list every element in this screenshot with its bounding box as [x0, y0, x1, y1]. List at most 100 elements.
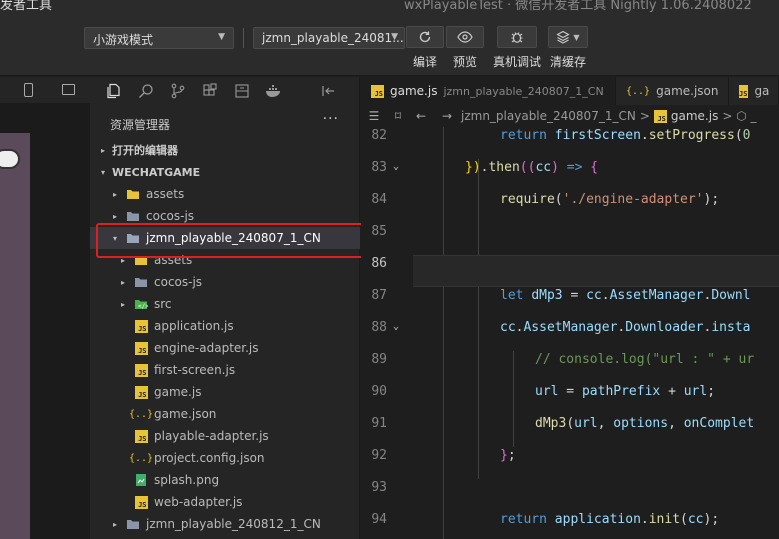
code-line[interactable]: 90 url = pathPrefix + url;	[361, 383, 779, 415]
code-line[interactable]: 91 dMp3(url, options, onComplet	[361, 415, 779, 447]
storage-icon[interactable]	[226, 78, 258, 104]
code-text: let dMp3 = cc.AssetManager.Downl	[500, 288, 750, 303]
code-token: require	[500, 192, 555, 207]
code-token: dMp3	[535, 416, 567, 431]
code-line[interactable]: 93	[361, 479, 779, 511]
tree-file[interactable]: splash.png	[90, 469, 360, 491]
tree-item-label: engine-adapter.js	[154, 341, 259, 355]
code-line[interactable]: 83 ⌄}).then((cc) => {	[361, 159, 779, 191]
tree-file[interactable]: JS engine-adapter.js	[90, 337, 360, 359]
simulator-toggle-icon[interactable]	[0, 149, 20, 169]
tree-file[interactable]: JS playable-adapter.js	[90, 425, 360, 447]
code-line[interactable]: 86	[361, 255, 779, 287]
explorer-panel: 资源管理器 ··· ▸ 打开的编辑器 ▾ WECHATGAME ▸ assets ▸…	[90, 77, 360, 539]
source-control-icon[interactable]	[162, 78, 194, 104]
extensions-icon[interactable]	[194, 78, 226, 104]
tab-game-js[interactable]: JS game.js jzmn_playable_240807_1_CN	[361, 77, 616, 105]
js-file-icon: JS	[653, 109, 667, 123]
open-editors-section[interactable]: ▸ 打开的编辑器	[90, 139, 360, 161]
forward-arrow-icon[interactable]: →	[433, 109, 461, 123]
tree-folder[interactable]: ▸ cocos-js	[90, 271, 360, 293]
tab-path: jzmn_playable_240807_1_CN	[443, 84, 604, 98]
code-line[interactable]: 94 return application.init(cc);	[361, 511, 779, 539]
code-line[interactable]: 92};	[361, 447, 779, 479]
code-token: (	[734, 128, 743, 143]
docker-icon[interactable]	[258, 78, 290, 104]
code-text: return application.init(cc);	[500, 512, 719, 527]
code-token: .	[601, 288, 610, 303]
workspace-root-section[interactable]: ▾ WECHATGAME	[90, 161, 360, 183]
tree-folder[interactable]: ▸ assets	[90, 183, 360, 205]
files-icon[interactable]	[98, 78, 130, 104]
js-file-icon: JS	[739, 84, 749, 98]
tree-file[interactable]: JS game.js	[90, 381, 360, 403]
tree-folder[interactable]: ▸ cocos-js	[90, 205, 360, 227]
fold-chevron-icon[interactable]: ⌄	[393, 321, 399, 332]
fold-chevron-icon[interactable]: ⌄	[393, 161, 399, 172]
folder-icon	[126, 209, 140, 223]
code-token: options	[613, 416, 669, 431]
tree-item-label: game.json	[154, 407, 217, 421]
code-token: ;	[507, 448, 516, 463]
code-text: require('./engine-adapter');	[500, 192, 719, 207]
mode-select[interactable]: 小游戏模式 ▼	[84, 27, 234, 49]
code-token: );	[703, 192, 720, 207]
code-line[interactable]: 87 let dMp3 = cc.AssetManager.Downl	[361, 287, 779, 319]
more-icon[interactable]: ···	[323, 111, 339, 127]
simulator-panel	[0, 103, 90, 539]
tree-file[interactable]: JS application.js	[90, 315, 360, 337]
preview-button[interactable]	[446, 26, 484, 48]
tree-folder[interactable]: ▾ jzmn_playable_240807_1_CN	[90, 227, 360, 249]
breadcrumb-file[interactable]: game.js	[671, 109, 718, 123]
line-number: 83	[371, 160, 387, 175]
tree-folder[interactable]: ▸ jzmn_playable_240812_1_CN	[90, 513, 360, 535]
code-line[interactable]: 88 ⌄ cc.AssetManager.Downloader.insta	[361, 319, 779, 351]
code-line[interactable]: 82 return firstScreen.setProgress(0	[361, 127, 779, 159]
file-tree: ▸ 打开的编辑器 ▾ WECHATGAME ▸ assets ▸ cocos-js ▾ j…	[90, 139, 360, 535]
chevron-down-icon: ▾	[100, 167, 105, 177]
breadcrumb-folder[interactable]: jzmn_playable_240807_1_CN	[461, 109, 636, 123]
collapse-panel-icon[interactable]	[312, 78, 344, 104]
code-token: setProgress	[648, 128, 735, 143]
remote-debug-button[interactable]	[497, 26, 537, 48]
breadcrumb-symbol[interactable]: > ⬡ _	[722, 109, 756, 123]
code-token: AssetManager	[609, 288, 704, 303]
tab-game-json[interactable]: {..} game.json	[616, 77, 729, 105]
tree-folder[interactable]: ▸ assets	[90, 249, 360, 271]
code-token: ,	[668, 416, 684, 431]
code-line[interactable]: 89 // console.log("url : " + ur	[361, 351, 779, 383]
split-editor-icon[interactable]: ☰	[361, 109, 387, 123]
code-line[interactable]: 84 require('./engine-adapter');	[361, 191, 779, 223]
code-token: ((	[519, 160, 536, 175]
phone-icon[interactable]	[24, 83, 33, 97]
search-icon[interactable]	[130, 78, 162, 104]
project-select[interactable]: jzmn_playable_24081... ▼	[253, 27, 405, 49]
top-toolbar: 发者工具 wxPlayableTest · 微信开发者工具 Nightly 1.…	[0, 0, 779, 76]
tree-file[interactable]: {..} game.json	[90, 403, 360, 425]
clear-cache-button[interactable]: ▼	[548, 26, 588, 48]
line-number: 94	[371, 512, 387, 527]
code-lines[interactable]: 82 return firstScreen.setProgress(0 83 ⌄}).…	[361, 127, 779, 539]
code-line[interactable]: 85	[361, 223, 779, 255]
code-token: ,	[597, 416, 614, 431]
chevron-right-icon: ▸	[112, 211, 117, 221]
mode-select-value: 小游戏模式	[93, 33, 154, 47]
code-token: Downl	[711, 288, 751, 303]
tree-file[interactable]: JS web-adapter.js	[90, 491, 360, 513]
tree-item-label: src	[154, 297, 172, 311]
window-icon[interactable]	[62, 84, 75, 95]
bookmark-icon[interactable]: ⌑	[387, 109, 409, 123]
clear-cache-label: 清缓存	[549, 55, 586, 69]
compile-label: 编译	[412, 55, 437, 69]
simulator-screen[interactable]	[0, 133, 30, 539]
tree-file[interactable]: {..} project.config.json	[90, 447, 360, 469]
tree-file[interactable]: JS first-screen.js	[90, 359, 360, 381]
code-token: =	[562, 288, 587, 303]
back-arrow-icon[interactable]: ←	[409, 109, 433, 123]
tree-folder[interactable]: ▸ </> src	[90, 293, 360, 315]
chevron-right-icon: ▸	[112, 519, 117, 529]
tree-item-label: assets	[154, 253, 193, 267]
code-token: .	[640, 128, 649, 143]
tab-game-js-2[interactable]: JS ga	[729, 77, 779, 105]
compile-button[interactable]	[406, 26, 444, 48]
